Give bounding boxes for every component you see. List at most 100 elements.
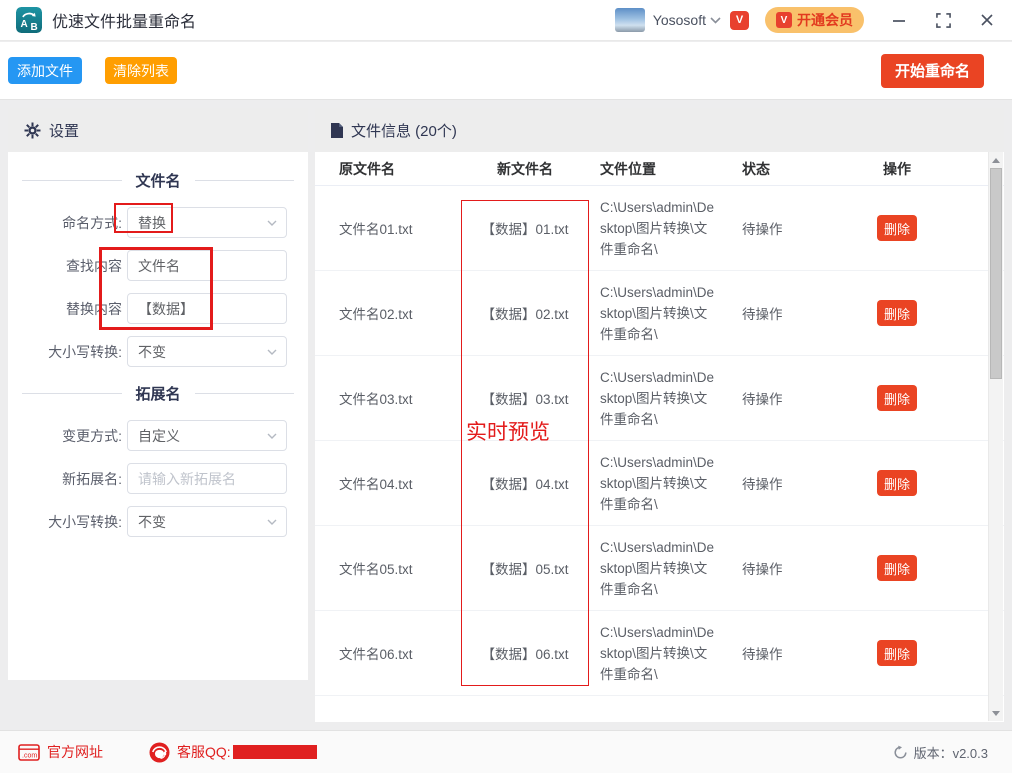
change-method-label: 变更方式: — [62, 427, 122, 444]
chevron-down-icon — [267, 220, 277, 226]
col-location: 文件位置 — [600, 160, 656, 177]
table-row: C:\Users\admin 删除 — [315, 696, 1004, 722]
document-icon — [331, 122, 343, 138]
case-convert-select[interactable]: 不变 — [127, 336, 287, 367]
scroll-down-arrow[interactable] — [989, 705, 1003, 721]
official-website-link[interactable]: .com 官方网址 — [18, 742, 103, 762]
file-info-panel: 文件信息 (20个) 原文件名 新文件名 文件位置 状态 操作 文件名01.tx… — [315, 108, 1004, 722]
new-filename: 【数据】02.txt — [481, 307, 569, 322]
qq-number-redacted — [232, 745, 317, 759]
delete-button[interactable]: 删除 — [877, 640, 917, 666]
replace-content-label: 替换内容 — [66, 300, 122, 317]
delete-button[interactable]: 删除 — [877, 300, 917, 326]
maximize-button[interactable] — [934, 11, 952, 29]
delete-button[interactable]: 删除 — [877, 555, 917, 581]
minimize-icon — [893, 20, 905, 22]
add-files-button[interactable]: 添加文件 — [8, 57, 82, 84]
customer-service-icon — [149, 742, 170, 762]
status-text: 待操作 — [742, 222, 783, 237]
new-filename: 【数据】01.txt — [481, 222, 569, 237]
change-method-select[interactable]: 自定义 — [127, 420, 287, 451]
minimize-button[interactable] — [890, 11, 908, 29]
col-status: 状态 — [742, 160, 770, 177]
naming-method-select[interactable]: 替换 — [127, 207, 287, 238]
delete-button[interactable]: 删除 — [877, 385, 917, 411]
status-text: 待操作 — [742, 477, 783, 492]
delete-button[interactable]: 删除 — [877, 215, 917, 241]
new-extension-input[interactable] — [127, 463, 287, 494]
toolbar: 添加文件 清除列表 开始重命名 — [0, 42, 1012, 100]
extension-section-title: 拓展名 — [22, 383, 295, 404]
file-path: C:\Users\admin\Desktop\图片转换\文件重命名\ — [600, 369, 715, 427]
new-filename: 【数据】04.txt — [481, 477, 569, 492]
naming-method-label: 命名方式: — [62, 214, 122, 231]
col-original: 原文件名 — [339, 160, 395, 177]
chevron-down-icon — [267, 349, 277, 355]
chevron-down-icon[interactable] — [710, 16, 721, 24]
scrollbar-thumb[interactable] — [990, 168, 1002, 379]
version-info[interactable]: 版本：v2.0.3 — [893, 743, 988, 762]
status-text: 待操作 — [742, 392, 783, 407]
scroll-up-arrow[interactable] — [989, 152, 1003, 168]
app-logo-icon: A B — [16, 7, 42, 33]
table-row: 文件名01.txt 【数据】01.txt C:\Users\admin\Desk… — [315, 186, 1004, 271]
original-filename: 文件名06.txt — [339, 647, 413, 662]
clear-list-button[interactable]: 清除列表 — [105, 57, 177, 84]
app-title: 优速文件批量重命名 — [52, 14, 197, 31]
filename-section-title: 文件名 — [22, 170, 295, 191]
find-content-input[interactable] — [127, 250, 287, 281]
ext-case-convert-label: 大小写转换: — [48, 513, 122, 530]
vip-badge-icon: V — [730, 10, 749, 30]
case-convert-label: 大小写转换: — [48, 343, 122, 360]
status-text: 待操作 — [742, 307, 783, 322]
col-new: 新文件名 — [497, 160, 553, 177]
settings-panel: 设置 文件名 命名方式: 替换 查找内容 替换内容 — [8, 108, 308, 680]
close-icon — [981, 14, 993, 26]
file-panel-header: 文件信息 (20个) — [315, 108, 1004, 152]
new-extension-label: 新拓展名: — [62, 470, 122, 487]
file-path: C:\Users\admin\Desktop\图片转换\文件重命名\ — [600, 539, 715, 597]
file-path: C:\Users\admin\Desktop\图片转换\文件重命名\ — [600, 199, 715, 257]
original-filename: 文件名01.txt — [339, 222, 413, 237]
original-filename: 文件名03.txt — [339, 392, 413, 407]
vip-icon: V — [776, 12, 792, 28]
settings-panel-header: 设置 — [8, 108, 308, 152]
user-avatar[interactable] — [614, 8, 645, 32]
status-text: 待操作 — [742, 647, 783, 662]
svg-text:.com: .com — [22, 752, 37, 759]
refresh-icon — [894, 745, 907, 759]
close-button[interactable] — [978, 11, 996, 29]
customer-service-qq[interactable]: 客服QQ: — [149, 742, 317, 763]
ext-case-convert-select[interactable]: 不变 — [127, 506, 287, 537]
replace-content-input[interactable] — [127, 293, 287, 324]
table-row: 文件名05.txt 【数据】05.txt C:\Users\admin\Desk… — [315, 526, 1004, 611]
chevron-down-icon — [267, 433, 277, 439]
original-filename: 文件名04.txt — [339, 477, 413, 492]
svg-text:A: A — [21, 19, 28, 30]
table-row: 文件名06.txt 【数据】06.txt C:\Users\admin\Desk… — [315, 611, 1004, 696]
title-bar: A B 优速文件批量重命名 Yososoft V V 开通会员 — [0, 0, 1012, 41]
table-row: 文件名04.txt 【数据】04.txt C:\Users\admin\Desk… — [315, 441, 1004, 526]
main-content: 设置 文件名 命名方式: 替换 查找内容 替换内容 — [0, 100, 1012, 730]
maximize-icon — [935, 12, 951, 28]
website-com-icon: .com — [18, 743, 40, 761]
table-scrollbar[interactable] — [988, 152, 1003, 721]
start-rename-button[interactable]: 开始重命名 — [881, 53, 984, 88]
table-header: 原文件名 新文件名 文件位置 状态 操作 — [315, 152, 1004, 186]
file-path: C:\Users\admin\Desktop\图片转换\文件重命名\ — [600, 454, 715, 512]
gear-icon — [24, 122, 41, 138]
find-content-label: 查找内容 — [66, 257, 122, 274]
original-filename: 文件名02.txt — [339, 307, 413, 322]
settings-title: 设置 — [49, 122, 80, 140]
file-path: C:\Users\admin\Desktop\图片转换\文件重命名\ — [600, 624, 715, 682]
new-filename: 【数据】06.txt — [481, 647, 569, 662]
delete-button[interactable]: 删除 — [877, 470, 917, 496]
file-table-body: 文件名01.txt 【数据】01.txt C:\Users\admin\Desk… — [315, 186, 1004, 722]
original-filename: 文件名05.txt — [339, 562, 413, 577]
new-filename: 【数据】05.txt — [481, 562, 569, 577]
file-panel-title: 文件信息 (20个) — [351, 122, 457, 140]
user-name[interactable]: Yososoft — [653, 12, 706, 28]
col-action: 操作 — [883, 160, 911, 177]
status-text: 待操作 — [742, 562, 783, 577]
open-vip-button[interactable]: V 开通会员 — [765, 7, 864, 33]
